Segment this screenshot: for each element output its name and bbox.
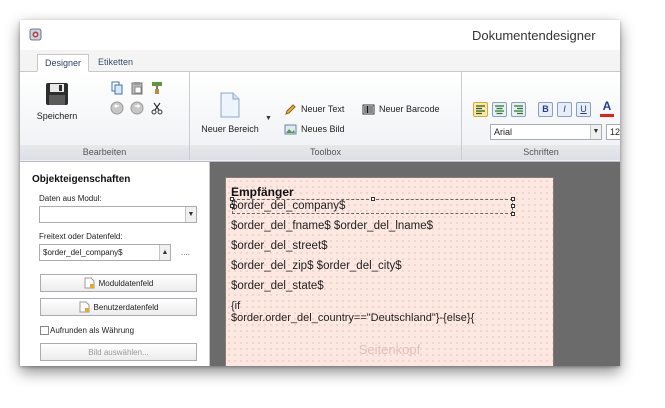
group-label-bearbeiten: Bearbeiten (20, 145, 189, 160)
field-country-condition[interactable]: $order.order_del_country=="Deutschland"}… (231, 312, 474, 324)
resize-handle[interactable] (371, 197, 375, 201)
recipient-heading[interactable]: Empfänger (231, 185, 294, 199)
field-if-open[interactable]: {if (231, 300, 240, 312)
align-center-button[interactable] (492, 102, 507, 117)
font-family-select[interactable]: Arial ▼ (490, 124, 602, 140)
new-text-button[interactable]: Neuer Text (284, 102, 344, 116)
group-label-schriften: Schriften (462, 145, 620, 160)
field-street[interactable]: $order_del_street$ (231, 240, 328, 252)
document-page[interactable]: Empfänger $order_del_company$ $order_del… (225, 177, 554, 366)
panel-title: Objekteigenschaften (32, 174, 131, 185)
document-add-icon (79, 301, 90, 313)
data-from-module-label: Daten aus Modul: (39, 194, 102, 203)
round-currency-label: Aufrunden als Währung (50, 326, 135, 335)
section-label-page-header: Seitenkopf (358, 342, 421, 357)
underline-button[interactable]: U (576, 102, 591, 117)
new-document-icon (220, 92, 240, 118)
ribbon-group-bearbeiten: Speichern Bearbeiten (20, 72, 190, 160)
new-text-label: Neuer Text (301, 104, 345, 114)
resize-handle[interactable] (511, 212, 515, 216)
new-area-label: Neuer Bereich (201, 124, 259, 134)
copy-icon[interactable] (110, 81, 124, 95)
redo-icon[interactable] (130, 101, 144, 115)
module-data-field-button[interactable]: Moduldatenfeld (40, 274, 197, 292)
field-state[interactable]: $order_del_state$ (231, 280, 324, 292)
italic-button[interactable]: I (557, 102, 572, 117)
image-icon (284, 124, 297, 134)
new-area-dropdown-icon[interactable]: ▼ (265, 115, 272, 122)
properties-panel: Objekteigenschaften Daten aus Modul: ▼ F… (20, 162, 210, 366)
window-title: Dokumentendesigner (472, 28, 596, 43)
chevron-down-icon: ▼ (590, 125, 601, 139)
paste-icon[interactable] (130, 81, 144, 95)
user-data-field-label: Benutzerdatenfeld (93, 302, 159, 312)
document-add-icon (84, 277, 95, 289)
group-label-toolbox: Toolbox (190, 145, 461, 160)
module-data-field-label: Moduldatenfeld (98, 278, 154, 288)
font-size-value: 12 (610, 127, 620, 137)
field-company[interactable]: $order_del_company$ (231, 200, 345, 212)
align-left-button[interactable] (473, 102, 488, 117)
undo-icon[interactable] (110, 101, 124, 115)
scissors-icon[interactable] (150, 101, 164, 115)
round-currency-checkbox[interactable] (40, 326, 49, 335)
app-icon (29, 28, 42, 41)
tab-etiketten[interactable]: Etiketten (91, 54, 140, 72)
select-image-label: Bild auswählen... (88, 347, 149, 357)
floppy-disk-icon (46, 83, 68, 105)
ribbon-group-schriften: B I U A Arial ▼ 12 ▼ Schriften (462, 72, 620, 160)
resize-handle[interactable] (511, 204, 515, 208)
font-size-select[interactable]: 12 ▼ (606, 124, 620, 140)
bold-button[interactable]: B (538, 102, 553, 117)
align-left-icon (476, 105, 485, 115)
data-from-module-select[interactable]: ▼ (39, 206, 197, 223)
font-family-value: Arial (494, 127, 513, 137)
new-barcode-button[interactable]: Neuer Barcode (362, 102, 440, 116)
field-zip-city[interactable]: $order_del_zip$ $order_del_city$ (231, 260, 402, 272)
font-color-button[interactable]: A (600, 100, 614, 117)
save-button[interactable]: Speichern (34, 78, 80, 121)
freetext-field[interactable]: $order_del_company$ ▲ (39, 244, 171, 261)
title-bar: Dokumentendesigner (20, 20, 620, 50)
tab-designer[interactable]: Designer (37, 54, 90, 72)
freetext-label: Freitext oder Datenfeld: (39, 232, 123, 241)
align-right-icon (514, 105, 523, 115)
field-name[interactable]: $order_del_fname$ $order_del_lname$ (231, 220, 433, 232)
resize-handle[interactable] (511, 197, 515, 201)
application-window: Dokumentendesigner Designer Etiketten Sp… (20, 20, 620, 366)
align-center-icon (495, 105, 504, 115)
align-right-button[interactable] (511, 102, 526, 117)
format-painter-icon[interactable] (150, 81, 164, 95)
new-barcode-label: Neuer Barcode (379, 104, 440, 114)
ribbon-tab-bar: Designer Etiketten (20, 50, 620, 72)
chevron-down-icon: ▼ (185, 207, 196, 222)
chevron-up-icon[interactable]: ▲ (159, 245, 170, 260)
new-image-label: Neues Bild (301, 124, 345, 134)
new-area-button[interactable]: Neuer Bereich (198, 92, 262, 134)
ribbon-group-toolbox: Neuer Bereich ▼ Neuer Text Neues Bild Ne… (190, 72, 462, 160)
barcode-icon (362, 104, 375, 114)
design-canvas: Empfänger $order_del_company$ $order_del… (210, 162, 620, 366)
user-data-field-button[interactable]: Benutzerdatenfeld (40, 298, 197, 316)
select-image-button[interactable]: Bild auswählen... (40, 343, 197, 361)
ribbon: Speichern Bearbeiten Neuer Bereich ▼ Neu… (20, 72, 620, 162)
freetext-value: $order_del_company$ (43, 248, 123, 257)
save-button-label: Speichern (36, 111, 78, 121)
new-image-button[interactable]: Neues Bild (284, 122, 345, 136)
ellipsis-button[interactable]: .... (181, 248, 190, 257)
pencil-icon (285, 103, 296, 115)
